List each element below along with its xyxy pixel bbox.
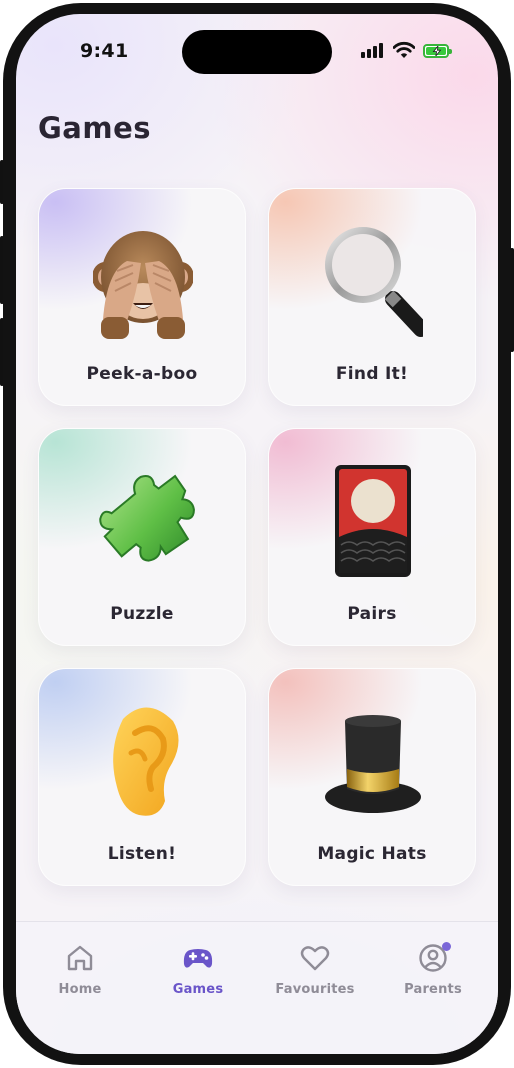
battery-icon [423, 44, 452, 58]
game-card-find-it[interactable]: Find It! [268, 188, 476, 406]
wifi-icon [393, 41, 415, 58]
tab-label: Home [58, 982, 102, 997]
game-card-label: Magic Hats [317, 844, 427, 864]
tab-label: Favourites [275, 982, 355, 997]
magnifying-glass-icon [325, 227, 423, 337]
game-card-pairs[interactable]: Pairs [268, 428, 476, 646]
home-icon [67, 945, 93, 971]
game-card-label: Puzzle [110, 604, 174, 624]
page-title: Games [38, 111, 152, 145]
dynamic-island [182, 30, 332, 74]
tab-home[interactable]: Home [30, 942, 130, 1012]
status-bar: 9:41 [16, 14, 498, 84]
tab-label: Games [172, 982, 224, 997]
app-screen: 9:41 Games Peek-a-boo Find It! Puzzle Pa… [16, 14, 498, 1054]
game-card-label: Listen! [107, 844, 177, 864]
game-card-peek-a-boo[interactable]: Peek-a-boo [38, 188, 246, 406]
game-card-magic-hats[interactable]: Magic Hats [268, 668, 476, 886]
see-no-evil-monkey-icon [93, 231, 193, 339]
tab-parents[interactable]: Parents [383, 942, 483, 1012]
game-card-label: Pairs [347, 604, 397, 624]
heart-icon [300, 946, 330, 971]
gamepad-icon [183, 949, 213, 968]
puzzle-piece-icon [99, 474, 195, 562]
game-card-listen[interactable]: Listen! [38, 668, 246, 886]
flower-playing-card-icon [335, 465, 411, 577]
tab-games[interactable]: Games [148, 942, 248, 1012]
status-time: 9:41 [80, 40, 129, 62]
cellular-signal-icon [361, 42, 385, 58]
game-card-label: Find It! [335, 364, 409, 384]
top-hat-icon [325, 715, 421, 813]
game-card-puzzle[interactable]: Puzzle [38, 428, 246, 646]
tab-bar: Home Games Favourites Parents [16, 921, 498, 1054]
notification-badge [442, 942, 451, 951]
tab-label: Parents [404, 982, 462, 997]
tab-favourites[interactable]: Favourites [265, 942, 365, 1012]
ear-icon [113, 707, 179, 816]
game-card-label: Peek-a-boo [86, 364, 198, 384]
